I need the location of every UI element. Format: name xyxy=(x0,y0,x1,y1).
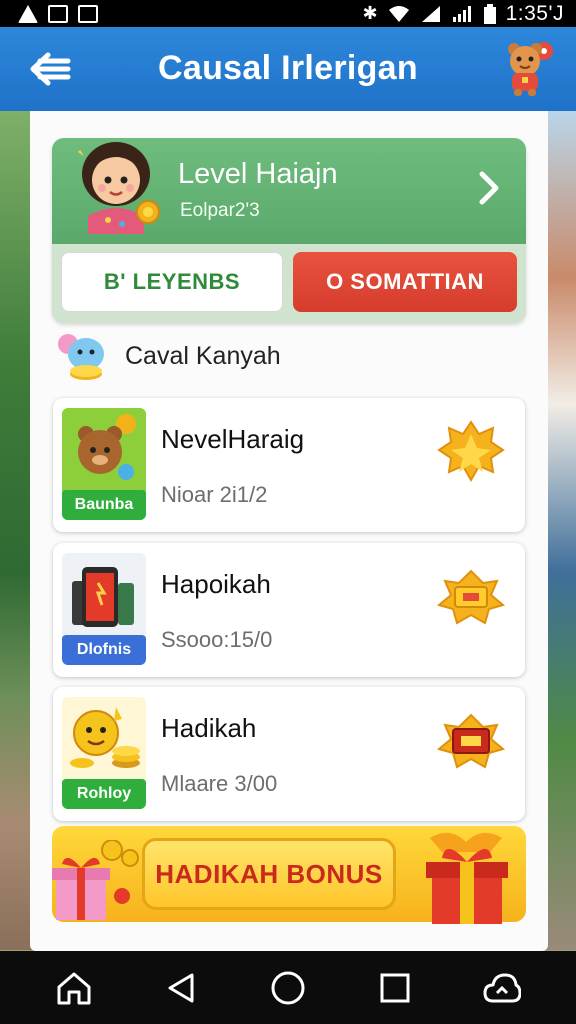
reward-meta: Ssooo:15/0 xyxy=(161,627,273,652)
home-icon xyxy=(57,972,91,1004)
gift-box-icon xyxy=(52,840,139,920)
circle-icon xyxy=(271,971,305,1004)
bluetooth-icon: ✱ xyxy=(362,3,378,23)
home-circle-button[interactable] xyxy=(266,966,310,1010)
news-notification-icon xyxy=(78,4,98,23)
wifi-icon xyxy=(388,5,409,22)
level-card: Level Haiajn Eolpar2'3 B' LEYENBS O SOMA… xyxy=(52,138,526,323)
reward-tag: Rohloy xyxy=(62,779,146,809)
monkey-coin-icon xyxy=(78,414,136,480)
star-badge-icon xyxy=(437,420,505,483)
girl-avatar-icon xyxy=(78,142,160,234)
mascot-profile-button[interactable] xyxy=(502,39,556,97)
app-title: Causal Irlerigan xyxy=(158,49,418,87)
system-nav-bar xyxy=(0,951,576,1024)
reward-meta: Mlaare 3/00 xyxy=(161,771,278,796)
reward-thumbnail: Baunba xyxy=(62,408,146,520)
gold-ticket-icon xyxy=(437,569,505,625)
donation-button[interactable]: O SOMATTIAN xyxy=(293,252,517,312)
background-scenery-right xyxy=(546,110,576,950)
chevron-right-icon xyxy=(479,171,499,205)
coin-mascot-icon xyxy=(58,334,104,380)
status-bar: ✱ 1:35'J xyxy=(0,0,576,27)
cloud-upload-icon xyxy=(483,973,522,1002)
status-time: 1:35'J xyxy=(505,1,564,25)
recents-button[interactable] xyxy=(373,966,417,1010)
signal-icon xyxy=(421,5,440,22)
level-header[interactable]: Level Haiajn Eolpar2'3 xyxy=(52,138,526,244)
battery-icon xyxy=(483,3,496,24)
level-title: Level Haiajn xyxy=(178,158,338,190)
reward-thumbnail: Dlofnis xyxy=(62,553,146,665)
square-icon xyxy=(380,973,410,1002)
coin-creature-icon xyxy=(70,707,140,768)
reward-tag: Dlofnis xyxy=(62,635,146,665)
home-button[interactable] xyxy=(52,966,96,1010)
reward-card[interactable]: Dlofnis Hapoikah Ssooo:15/0 xyxy=(53,543,525,677)
reward-name: Hapoikah xyxy=(161,569,271,599)
back-button[interactable] xyxy=(159,966,203,1010)
levels-button[interactable]: B' LEYENBS xyxy=(61,252,283,312)
level-subtitle: Eolpar2'3 xyxy=(180,200,260,221)
section-title: Caval Kanyah xyxy=(125,342,281,370)
reward-meta: Nioar 2i1/2 xyxy=(161,482,268,507)
back-triangle-icon xyxy=(168,973,194,1002)
bonus-banner[interactable]: HADIKAH BONUS xyxy=(52,826,526,924)
reward-thumbnail: Rohloy xyxy=(62,697,146,809)
photo-notification-icon xyxy=(48,4,68,23)
cloud-button[interactable] xyxy=(480,966,524,1010)
signal-secondary-icon xyxy=(452,5,471,22)
bonus-label: HADIKAH BONUS xyxy=(142,838,396,910)
reward-name: NevelHaraig xyxy=(161,424,305,454)
background-scenery-left xyxy=(0,110,34,950)
phone-device-icon xyxy=(72,567,134,627)
reward-name: Hadikah xyxy=(161,713,257,743)
reward-card[interactable]: Rohloy Hadikah Mlaare 3/00 xyxy=(53,687,525,821)
red-ticket-icon xyxy=(437,713,505,769)
reward-tag: Baunba xyxy=(62,490,146,520)
mascot-icon xyxy=(508,42,553,96)
reward-card[interactable]: Baunba NevelHaraig Nioar 2i1/2 xyxy=(53,398,525,532)
app-bar: Causal Irlerigan xyxy=(0,27,576,111)
red-gift-box-icon xyxy=(426,832,508,924)
warning-icon xyxy=(18,4,38,23)
